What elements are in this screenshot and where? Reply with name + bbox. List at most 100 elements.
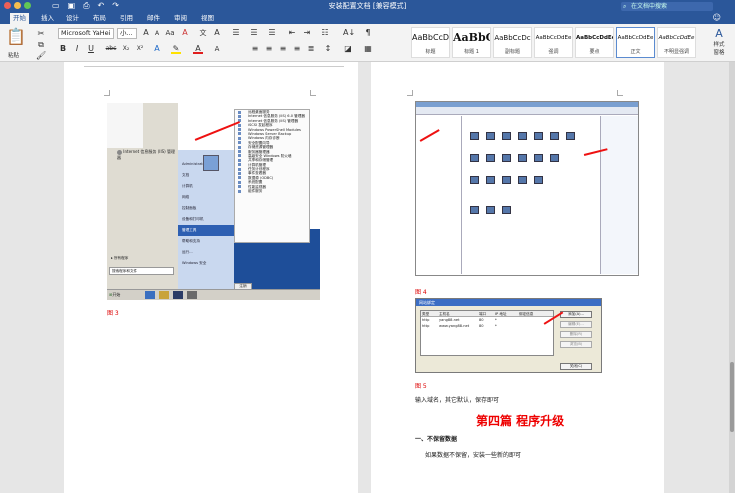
all-programs-link: ▸ 所有程序 [111,256,129,260]
iis-addressbar [416,107,638,115]
style-emphasis[interactable]: AaBbCcDdEe 强调 [534,27,573,58]
document-page-2[interactable]: 图 4 网站绑定 类型 主机名 端口 IP 地址 绑定信息 http yang8… [371,62,664,493]
phonetic-guide-icon[interactable]: 文 [198,28,208,38]
copy-icon[interactable]: ⧉ [36,40,46,50]
multilevel-list-icon[interactable]: ☰ [267,28,277,38]
col-header: 绑定信息 [519,312,534,316]
font-name-select[interactable]: Microsoft YaHei [58,28,114,39]
search-placeholder: 在文档中搜索 [631,3,668,10]
col-header: 主机名 [439,312,450,316]
style-name: 不明显强调 [663,49,689,55]
tab-view[interactable]: 视图 [198,13,217,24]
paste-icon[interactable]: 📋 [6,27,26,46]
cell: www.yang88.net [439,324,470,328]
close-dialog-button: 关闭(C) [560,363,592,370]
align-right-icon[interactable]: ≡ [278,44,288,54]
feedback-smiley-icon[interactable]: ☺ [713,13,721,22]
shrink-font-button[interactable]: A [152,29,162,39]
feature-icon [502,176,511,184]
text-effects-icon[interactable]: A [152,44,162,54]
tab-home[interactable]: 开始 [10,13,29,24]
style-subtle-emphasis[interactable]: AaBbCcDdEe 不明显强调 [657,27,696,58]
show-marks-icon[interactable]: ¶ [363,28,373,38]
bullets-icon[interactable]: ☰ [231,28,241,38]
paragraph: 输入域名，其它默认，保存即可 [415,397,500,404]
feature-icon [502,132,511,140]
change-case-button[interactable]: Aa [165,28,175,38]
top-rule [84,66,344,67]
feature-icon [534,154,543,162]
iis-label: Internet 信息服务 (IIS) 管理器 [117,149,175,160]
superscript-button[interactable]: X² [135,44,145,54]
tab-mailings[interactable]: 邮件 [144,13,163,24]
highlight-icon[interactable]: ✎ [171,44,181,54]
start-button: ⊞开始 [109,292,120,298]
subheading: 一、不保留数据 [415,436,458,443]
taskbar-app-icon [159,291,169,299]
doc-search-input[interactable]: ⌕ 在文档中搜索 [621,2,713,11]
chinese-layout-icon[interactable]: ☷ [320,28,330,38]
title-bar: ▭ ▣ ⎙ ↶ ↷ 安装配置文档 [兼容模式] ⌕ 在文档中搜索 [0,0,735,12]
tab-layout[interactable]: 布局 [90,13,109,24]
justify-icon[interactable]: ≡ [292,44,302,54]
style-normal[interactable]: AaBbCcDdEe 正文 [616,27,655,58]
cell: * [495,324,497,328]
mid-item: Windows 安全 [182,261,207,265]
italic-button[interactable]: I [72,44,82,54]
align-center-icon[interactable]: ≡ [264,44,274,54]
style-preview: AaBbCcDdEe [617,35,654,41]
font-size-select[interactable]: 小... [117,28,137,39]
admin-tools-submenu: 远程桌面服务 Internet 信息服务 (IIS) 6.0 管理器 Inter… [234,109,310,243]
align-left-icon[interactable]: ≡ [250,44,260,54]
figure-4-caption: 图 4 [415,289,427,296]
bold-button[interactable]: B [58,44,68,54]
numbering-icon[interactable]: ☰ [249,28,259,38]
tab-review[interactable]: 审阅 [171,13,190,24]
increase-indent-icon[interactable]: ⇥ [302,28,312,38]
char-shading-icon[interactable]: A [212,44,222,54]
char-border-icon[interactable]: A [212,28,222,38]
style-heading-1[interactable]: AaBbC 标题 1 [452,27,491,58]
style-strong[interactable]: AaBbCcDdEe 要点 [575,27,614,58]
strikethrough-button[interactable]: abc [104,44,118,54]
cut-icon[interactable]: ✂ [36,29,46,39]
tab-references[interactable]: 引用 [117,13,136,24]
line-spacing-icon[interactable]: ↕ [323,44,333,54]
figure-3-caption: 图 3 [107,310,119,317]
feature-icon [534,176,543,184]
start-menu-left-panel: Internet 信息服务 (IIS) 管理器 ▸ 所有程序 搜索程序和文件 [107,103,178,300]
grow-font-button[interactable]: A [141,28,151,38]
mid-item: 控制面板 [182,206,197,210]
style-name: 强调 [548,49,559,55]
sort-icon[interactable]: A↓ [343,28,355,38]
clear-formatting-button[interactable]: A [180,28,190,38]
borders-icon[interactable]: ▦ [363,44,373,54]
tab-design[interactable]: 设计 [63,13,82,24]
scrollbar-thumb[interactable] [730,362,734,432]
style-name: 标题 1 [464,49,479,55]
underline-button[interactable]: U [86,44,96,54]
style-subtitle[interactable]: AaBbCcDc 副标题 [493,27,532,58]
style-title[interactable]: AaBbCcDc 标题 [411,27,450,58]
feature-icon [566,132,575,140]
mid-item: 设备和打印机 [182,217,204,221]
decrease-indent-icon[interactable]: ⇤ [287,28,297,38]
document-page-1[interactable]: Internet 信息服务 (IIS) 管理器 ▸ 所有程序 搜索程序和文件 A… [64,62,358,493]
distribute-icon[interactable]: ≣ [306,44,316,54]
shading-icon[interactable]: ◪ [343,44,353,54]
vertical-scrollbar[interactable] [729,62,735,493]
taskbar-app-icon [187,291,197,299]
feature-icon [518,176,527,184]
edit-binding-button: 编辑(E)... [560,321,592,328]
styles-pane-button[interactable]: A 样式 窗格 [705,27,733,56]
font-color-icon[interactable]: A [193,44,203,54]
subscript-button[interactable]: X₂ [121,44,131,54]
styles-pane-icon: A [715,27,723,40]
browse-binding-button: 浏览(B) [560,341,592,348]
format-painter-icon[interactable]: 🖌 [36,51,46,61]
tab-insert[interactable]: 插入 [38,13,57,24]
paste-label: 粘贴 [8,53,20,59]
cell: http [422,324,430,328]
iis-icon [117,149,122,155]
style-name: 标题 [425,49,436,55]
